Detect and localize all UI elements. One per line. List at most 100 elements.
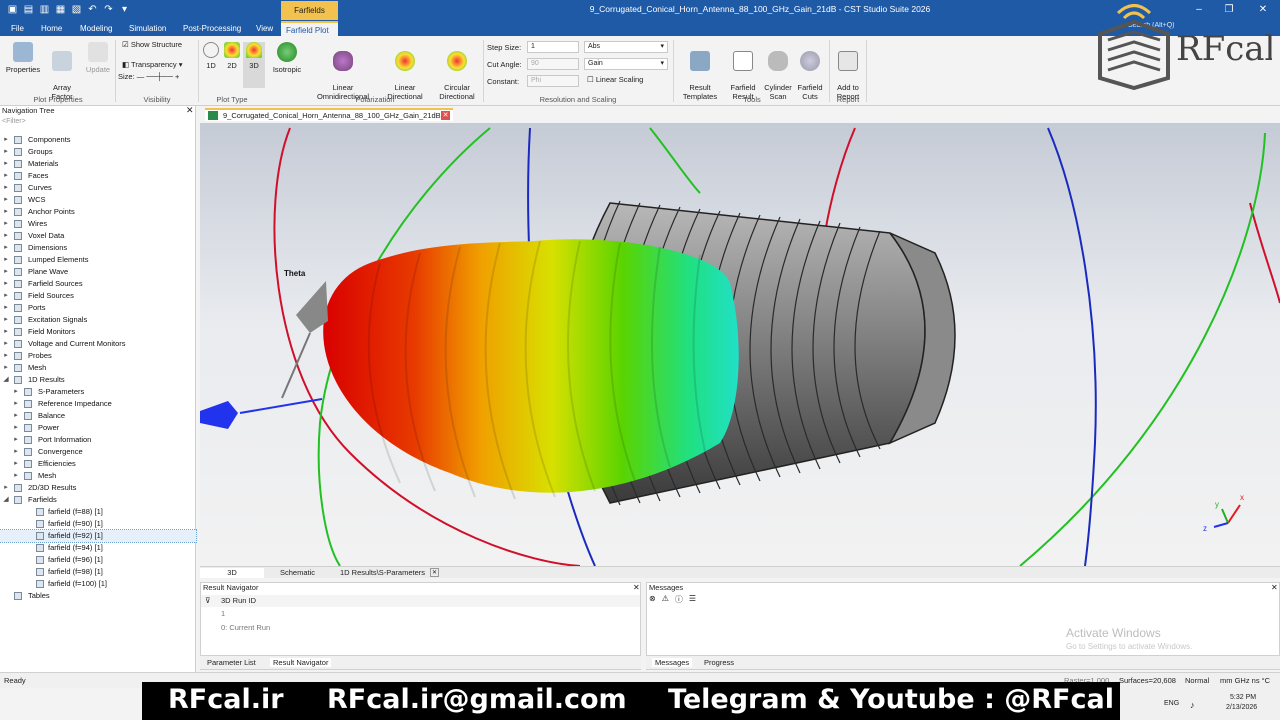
plot-2d-button[interactable]: 2D	[223, 42, 241, 70]
tab-file[interactable]: File	[6, 21, 29, 36]
tab-3d[interactable]: 3D	[200, 568, 264, 578]
customize-icon[interactable]: ▾	[118, 3, 131, 16]
tree-item[interactable]: ▸ Mesh	[0, 470, 196, 482]
expand-arrow-icon[interactable]: ▸	[12, 398, 20, 410]
cylinder-scan-button[interactable]: Cylinder Scan	[762, 42, 794, 101]
array-factor-button[interactable]: Array Factor	[44, 42, 80, 101]
tree-item[interactable]: ▸ Groups	[0, 146, 196, 158]
close-tab-icon[interactable]: ✕	[441, 111, 450, 120]
tree-leaf-item[interactable]: farfield (f=100) [1]	[0, 578, 196, 590]
result-type-select[interactable]: Gain ▾	[584, 58, 668, 70]
tab-simulation[interactable]: Simulation	[124, 21, 171, 36]
expand-arrow-icon[interactable]: ▸	[2, 206, 10, 218]
print-icon[interactable]: ▧	[70, 3, 83, 16]
expand-arrow-icon[interactable]: ▸	[12, 446, 20, 458]
status-units[interactable]: mm GHz ns °C	[1220, 676, 1270, 685]
error-filter-icon[interactable]: ⊗	[649, 594, 656, 605]
tab-post-processing[interactable]: Post-Processing	[178, 21, 246, 36]
expand-arrow-icon[interactable]: ▸	[2, 182, 10, 194]
clock-time[interactable]: 5:32 PM	[1230, 694, 1256, 701]
collapse-arrow-icon[interactable]: ◢	[2, 494, 10, 506]
save-all-icon[interactable]: ▦	[54, 3, 67, 16]
tree-item[interactable]: ▸ Lumped Elements	[0, 254, 196, 266]
tree-item[interactable]: ▸ Plane Wave	[0, 266, 196, 278]
expand-arrow-icon[interactable]: ▸	[2, 254, 10, 266]
tree-item[interactable]: ▸ Materials	[0, 158, 196, 170]
close-icon[interactable]: ✕	[633, 583, 640, 592]
linear-scaling-checkbox[interactable]: ☐ Linear Scaling	[587, 75, 643, 84]
constant-select[interactable]: Phi	[527, 75, 579, 87]
tree-item[interactable]: ▸ Balance	[0, 410, 196, 422]
tree-item[interactable]: ◢ Farfields	[0, 494, 196, 506]
expand-arrow-icon[interactable]: ▸	[2, 218, 10, 230]
show-structure-checkbox[interactable]: ☑ Show Structure	[122, 40, 182, 49]
document-tab[interactable]: 9_Corrugated_Conical_Horn_Antenna_88_100…	[205, 108, 453, 121]
tree-item[interactable]: ▸ Mesh	[0, 362, 196, 374]
list-icon[interactable]: ☰	[689, 594, 696, 605]
expand-arrow-icon[interactable]: ▸	[2, 350, 10, 362]
tree-leaf-item[interactable]: farfield (f=90) [1]	[0, 518, 196, 530]
expand-arrow-icon[interactable]: ▸	[12, 422, 20, 434]
expand-arrow-icon[interactable]: ▸	[2, 326, 10, 338]
expand-arrow-icon[interactable]: ▸	[2, 302, 10, 314]
tab-s-parameters[interactable]: 1D Results\S-Parameters	[340, 568, 425, 577]
close-icon[interactable]: ✕	[186, 105, 194, 116]
tree-item[interactable]: ▸ Curves	[0, 182, 196, 194]
expand-arrow-icon[interactable]: ▸	[2, 134, 10, 146]
tree-item[interactable]: ▸ Efficiencies	[0, 458, 196, 470]
expand-arrow-icon[interactable]: ▸	[2, 362, 10, 374]
folder-icon[interactable]: ▤	[22, 3, 35, 16]
tab-messages[interactable]: Messages	[652, 658, 693, 667]
tab-result-navigator[interactable]: Result Navigator	[270, 658, 332, 667]
3d-viewport[interactable]: Theta x y z	[200, 123, 1280, 566]
language-indicator[interactable]: ENG	[1164, 700, 1179, 707]
expand-arrow-icon[interactable]: ▸	[12, 458, 20, 470]
plot-1d-button[interactable]: 1D	[202, 42, 220, 70]
tree-item[interactable]: ◢ 1D Results	[0, 374, 196, 386]
status-surfaces[interactable]: Surfaces=20,608	[1119, 676, 1176, 685]
tree-item[interactable]: ▸ Farfield Sources	[0, 278, 196, 290]
tree-leaf-item[interactable]: farfield (f=92) [1]	[0, 529, 197, 543]
transparency-control[interactable]: ◧ Transparency ▾	[122, 60, 182, 69]
tree-filter-input[interactable]: <Filter>	[2, 118, 194, 128]
tree-leaf-item[interactable]: farfield (f=96) [1]	[0, 554, 196, 566]
expand-arrow-icon[interactable]: ▸	[2, 290, 10, 302]
tab-schematic[interactable]: Schematic	[280, 568, 315, 577]
warning-filter-icon[interactable]: ⚠	[662, 594, 669, 605]
tree-item[interactable]: ▸ Excitation Signals	[0, 314, 196, 326]
tab-farfield-plot[interactable]: Farfield Plot	[281, 21, 338, 36]
status-normal[interactable]: Normal	[1185, 676, 1209, 685]
plot-3d-button[interactable]: 3D	[243, 42, 265, 88]
tree-item[interactable]: ▸ Ports	[0, 302, 196, 314]
collapse-arrow-icon[interactable]: ◢	[2, 374, 10, 386]
expand-arrow-icon[interactable]: ▸	[2, 314, 10, 326]
linear-omnidirectional-button[interactable]: Linear Omnidirectional	[312, 42, 374, 101]
expand-arrow-icon[interactable]: ▸	[2, 146, 10, 158]
step-size-select[interactable]: Abs ▾	[584, 41, 668, 53]
tree-item[interactable]: ▸ Anchor Points	[0, 206, 196, 218]
filter-icon[interactable]: ⊽	[205, 595, 211, 607]
close-icon[interactable]: ✕	[1271, 583, 1278, 592]
result-templates-button[interactable]: Result Templates	[678, 42, 722, 101]
tree-item[interactable]: ▸ Faces	[0, 170, 196, 182]
tree-leaf-item[interactable]: farfield (f=98) [1]	[0, 566, 196, 578]
tree-item[interactable]: ▸ Field Sources	[0, 290, 196, 302]
tree-item[interactable]: ▸ WCS	[0, 194, 196, 206]
expand-arrow-icon[interactable]: ▸	[2, 230, 10, 242]
expand-arrow-icon[interactable]: ▸	[2, 266, 10, 278]
tree-item[interactable]: ▸ Voltage and Current Monitors	[0, 338, 196, 350]
expand-arrow-icon[interactable]: ▸	[12, 470, 20, 482]
expand-arrow-icon[interactable]: ▸	[12, 410, 20, 422]
close-tab-icon[interactable]: ✕	[430, 568, 439, 577]
expand-arrow-icon[interactable]: ▸	[12, 434, 20, 446]
redo-icon[interactable]: ↷	[102, 3, 115, 16]
tree-item[interactable]: ▸ Power	[0, 422, 196, 434]
expand-arrow-icon[interactable]: ▸	[2, 170, 10, 182]
clock-date[interactable]: 2/13/2026	[1226, 704, 1257, 711]
tree-item[interactable]: ▸ S-Parameters	[0, 386, 196, 398]
properties-button[interactable]: Properties	[4, 42, 42, 74]
save-icon[interactable]: ▥	[38, 3, 51, 16]
speaker-icon[interactable]: ♪	[1190, 700, 1195, 710]
app-icon[interactable]: ▣	[6, 3, 19, 16]
step-size-input[interactable]: 1	[527, 41, 579, 53]
